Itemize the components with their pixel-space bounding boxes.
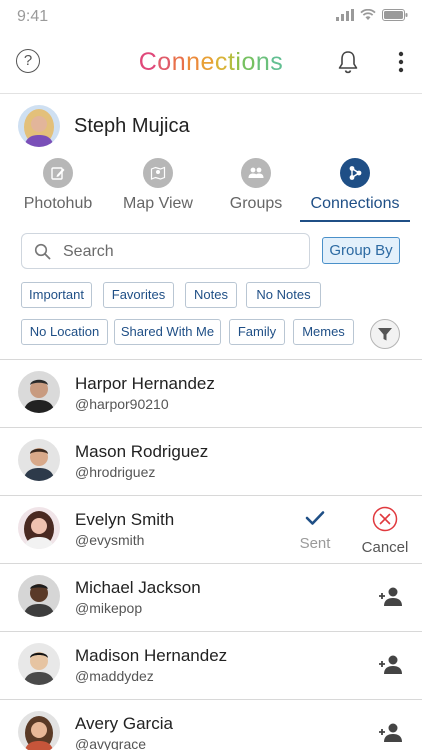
filter-chip-family[interactable]: Family	[229, 319, 285, 345]
title-letter: o	[241, 48, 256, 76]
connection-handle: @avygrace	[75, 736, 147, 750]
avatar	[18, 507, 60, 549]
connection-name: Evelyn Smith	[75, 510, 175, 529]
filter-chip-notes[interactable]: Notes	[185, 282, 237, 308]
group-by-button[interactable]: Group By	[322, 237, 400, 264]
add-user-icon[interactable]	[378, 722, 404, 744]
list-item[interactable]: Mason Rodriguez @hrodriguez	[0, 428, 422, 496]
avatar	[18, 711, 60, 750]
search-input[interactable]	[63, 240, 299, 264]
request-sent-status: Sent	[296, 510, 334, 552]
sent-label: Sent	[299, 535, 331, 552]
avatar	[18, 371, 60, 413]
connection-handle: @evysmith	[75, 532, 145, 548]
connections-icon	[340, 158, 370, 188]
title-letter: n	[171, 48, 187, 76]
title-letter: n	[255, 48, 271, 76]
notifications-bell-icon[interactable]	[336, 49, 360, 75]
tab-label: Map View	[123, 195, 193, 212]
list-item[interactable]: Madison Hernandez @maddydez	[0, 632, 422, 700]
tab-photohub[interactable]: Photohub	[21, 158, 95, 222]
wifi-icon	[360, 9, 376, 20]
title-letter: s	[270, 48, 284, 76]
signal-icon	[336, 9, 354, 21]
search-box	[21, 233, 310, 269]
map-icon	[143, 158, 173, 188]
more-options-icon[interactable]	[394, 49, 408, 75]
status-time: 9:41	[17, 8, 49, 25]
tab-groups[interactable]: Groups	[224, 158, 288, 222]
tab-map-view[interactable]: Map View	[121, 158, 195, 222]
profile-header[interactable]: Steph Mujica	[18, 104, 190, 148]
list-item[interactable]: Evelyn Smith @evysmith Sent Cancel	[0, 496, 422, 564]
filter-button[interactable]	[370, 319, 400, 349]
list-item[interactable]: Harpor Hernandez @harpor90210	[0, 360, 422, 428]
add-user-icon[interactable]	[378, 654, 404, 676]
search-icon	[34, 243, 51, 260]
title-letter: e	[200, 48, 215, 76]
nav-bar: ? Connections	[0, 34, 422, 94]
edit-icon	[43, 158, 73, 188]
profile-name: Steph Mujica	[74, 114, 190, 137]
status-icons	[336, 9, 408, 21]
avatar	[18, 105, 60, 147]
cancel-icon	[372, 506, 398, 532]
filter-chip-favorites[interactable]: Favorites	[103, 282, 174, 308]
avatar	[18, 575, 60, 617]
filter-chip-important[interactable]: Important	[21, 282, 92, 308]
connections-list: Harpor Hernandez @harpor90210 Mason Rodr…	[0, 359, 422, 750]
battery-icon	[382, 9, 408, 21]
view-tabs: Photohub Map View Groups Connections	[0, 158, 422, 222]
tab-label: Groups	[229, 195, 283, 212]
avatar	[18, 643, 60, 685]
connection-handle: @hrodriguez	[75, 464, 156, 480]
group-icon	[241, 158, 271, 188]
connection-name: Harpor Hernandez	[75, 374, 215, 393]
avatar	[18, 439, 60, 481]
filter-chip-memes[interactable]: Memes	[293, 319, 354, 345]
connection-name: Madison Hernandez	[75, 646, 228, 665]
tab-label: Photohub	[23, 195, 93, 212]
list-item[interactable]: Avery Garcia @avygrace	[0, 700, 422, 750]
title-letter: t	[227, 48, 236, 76]
title-letter: C	[138, 48, 158, 76]
connection-name: Avery Garcia	[75, 714, 173, 733]
cancel-request-button[interactable]: Cancel	[357, 506, 413, 556]
tab-connections[interactable]: Connections	[300, 158, 410, 222]
title-letter: n	[186, 48, 201, 76]
connection-name: Mason Rodriguez	[75, 442, 209, 461]
filter-chip-no-notes[interactable]: No Notes	[246, 282, 321, 308]
add-user-icon[interactable]	[378, 586, 404, 608]
tab-label: Connections	[310, 195, 400, 212]
connection-handle: @mikepop	[75, 600, 143, 616]
filter-icon	[378, 328, 392, 341]
connection-handle: @harpor90210	[75, 396, 169, 412]
title-letter: c	[214, 48, 228, 76]
title-letter: o	[157, 48, 172, 76]
cancel-label: Cancel	[361, 539, 409, 556]
checkmark-icon	[305, 511, 325, 525]
filter-chip-shared-with-me[interactable]: Shared With Me	[114, 319, 221, 345]
filter-chip-no-location[interactable]: No Location	[21, 319, 108, 345]
connection-handle: @maddydez	[75, 668, 154, 684]
status-bar: 9:41	[0, 0, 422, 34]
list-item[interactable]: Michael Jackson @mikepop	[0, 564, 422, 632]
connection-name: Michael Jackson	[75, 578, 201, 597]
